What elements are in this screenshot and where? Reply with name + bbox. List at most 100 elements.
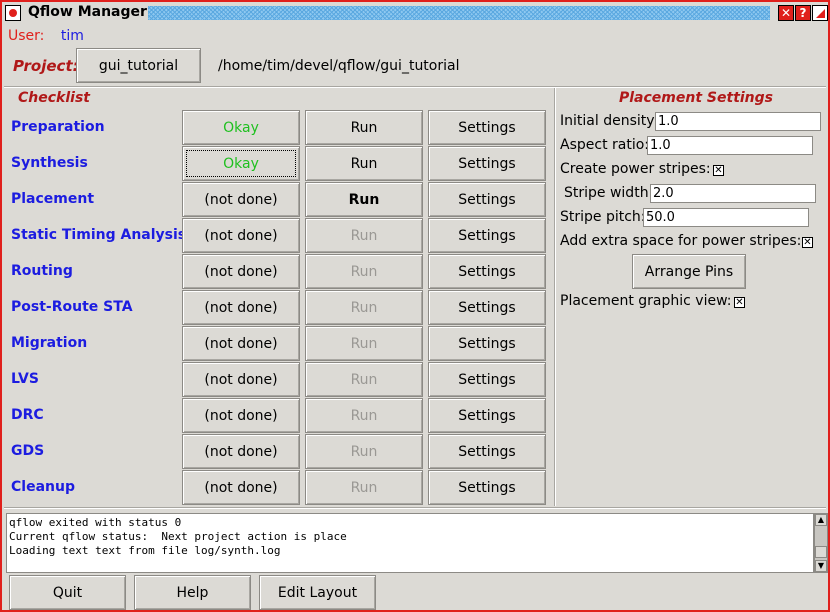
minimize-icon[interactable]: ✕ [778,5,794,21]
status-button-static-timing-analysis[interactable]: (not done) [182,218,300,253]
status-button-gds[interactable]: (not done) [182,434,300,469]
initial-density-label: Initial density: [560,113,659,129]
maximize-icon[interactable] [812,5,828,21]
stripe-pitch-input[interactable]: 50.0 [643,208,809,227]
run-label: Run [350,335,378,352]
settings-button-static-timing-analysis[interactable]: Settings [428,218,546,253]
header-divider [4,86,826,88]
run-button-routing[interactable]: Run [305,254,423,289]
status-text: (not done) [204,299,278,316]
run-label: Run [350,299,378,316]
status-button-drc[interactable]: (not done) [182,398,300,433]
settings-button-drc[interactable]: Settings [428,398,546,433]
settings-button-routing[interactable]: Settings [428,254,546,289]
settings-button-placement[interactable]: Settings [428,182,546,217]
settings-button-synthesis[interactable]: Settings [428,146,546,181]
quit-button[interactable]: Quit [9,575,126,610]
graphic-view-label: Placement graphic view: [560,293,732,309]
status-text: (not done) [204,335,278,352]
run-label: Run [350,119,378,136]
status-button-synthesis[interactable]: Okay [182,146,300,181]
run-button-migration[interactable]: Run [305,326,423,361]
stage-label-static-timing-analysis: Static Timing Analysis [11,227,187,243]
status-text: (not done) [204,371,278,388]
stage-label-cleanup: Cleanup [11,479,75,495]
console-line: qflow exited with status 0 [9,516,182,529]
stage-label-placement: Placement [11,191,95,207]
console-line: Current qflow status: Next project actio… [9,530,347,543]
stripe-pitch-label: Stripe pitch: [560,209,646,225]
edit-layout-button[interactable]: Edit Layout [259,575,376,610]
power-stripes-checkbox[interactable]: ✕ [713,165,724,176]
aspect-ratio-input[interactable]: 1.0 [647,136,813,155]
stage-label-preparation: Preparation [11,119,105,135]
help-icon[interactable]: ? [795,5,811,21]
aspect-ratio-label: Aspect ratio: [560,137,650,153]
initial-density-input[interactable]: 1.0 [655,112,821,131]
settings-button-post-route-sta[interactable]: Settings [428,290,546,325]
qflow-manager-window: Qflow Manager ✕ ? User: tim Project: gui… [0,0,830,612]
scroll-down-icon[interactable]: ▼ [815,560,827,572]
status-text: (not done) [204,227,278,244]
graphic-view-checkbox[interactable]: ✕ [734,297,745,308]
status-button-migration[interactable]: (not done) [182,326,300,361]
stage-label-routing: Routing [11,263,73,279]
run-button-preparation[interactable]: Run [305,110,423,145]
console-divider [4,507,826,509]
run-button-drc[interactable]: Run [305,398,423,433]
settings-button-preparation[interactable]: Settings [428,110,546,145]
stripe-width-label: Stripe width: [564,185,654,201]
stage-label-gds: GDS [11,443,45,459]
console-line: Loading text text from file log/synth.lo… [9,544,281,557]
settings-button-migration[interactable]: Settings [428,326,546,361]
settings-button-cleanup[interactable]: Settings [428,470,546,505]
run-label: Run [350,263,378,280]
scroll-up-icon[interactable]: ▲ [815,514,827,526]
arrange-pins-button[interactable]: Arrange Pins [632,254,746,289]
settings-button-lvs[interactable]: Settings [428,362,546,397]
project-select-button[interactable]: gui_tutorial [76,48,201,83]
checklist-title: Checklist [18,90,90,106]
status-button-placement[interactable]: (not done) [182,182,300,217]
run-label: Run [350,155,378,172]
extra-space-label: Add extra space for power stripes: [560,233,802,249]
status-text: (not done) [204,263,278,280]
status-button-lvs[interactable]: (not done) [182,362,300,397]
run-label: Run [350,227,378,244]
run-label: Run [350,407,378,424]
run-button-static-timing-analysis[interactable]: Run [305,218,423,253]
run-button-cleanup[interactable]: Run [305,470,423,505]
console-output[interactable]: qflow exited with status 0 Current qflow… [6,513,814,573]
extra-space-checkbox[interactable]: ✕ [802,237,813,248]
console-scrollbar[interactable]: ▲ ▼ [814,513,828,573]
window-menu-icon[interactable] [5,5,21,21]
run-label: Run [350,443,378,460]
scroll-thumb[interactable] [815,546,827,558]
help-button[interactable]: Help [134,575,251,610]
title-bar-drag-area[interactable] [148,6,770,20]
status-button-post-route-sta[interactable]: (not done) [182,290,300,325]
status-button-routing[interactable]: (not done) [182,254,300,289]
run-button-placement[interactable]: Run [305,182,423,217]
stripe-width-input[interactable]: 2.0 [650,184,816,203]
power-stripes-label: Create power stripes: [560,161,711,177]
run-button-synthesis[interactable]: Run [305,146,423,181]
run-label: Run [350,371,378,388]
status-text: Okay [223,155,259,172]
status-text: (not done) [204,407,278,424]
settings-button-gds[interactable]: Settings [428,434,546,469]
status-text: (not done) [204,479,278,496]
status-text: (not done) [204,191,278,208]
stage-label-migration: Migration [11,335,88,351]
user-row: User: tim [8,28,96,44]
run-button-post-route-sta[interactable]: Run [305,290,423,325]
status-button-cleanup[interactable]: (not done) [182,470,300,505]
project-label: Project: [13,57,79,75]
run-button-lvs[interactable]: Run [305,362,423,397]
user-label: User: [8,28,45,44]
title-bar: Qflow Manager ✕ ? [2,2,828,24]
status-button-preparation[interactable]: Okay [182,110,300,145]
stage-label-drc: DRC [11,407,44,423]
window-title: Qflow Manager [28,4,147,20]
run-button-gds[interactable]: Run [305,434,423,469]
